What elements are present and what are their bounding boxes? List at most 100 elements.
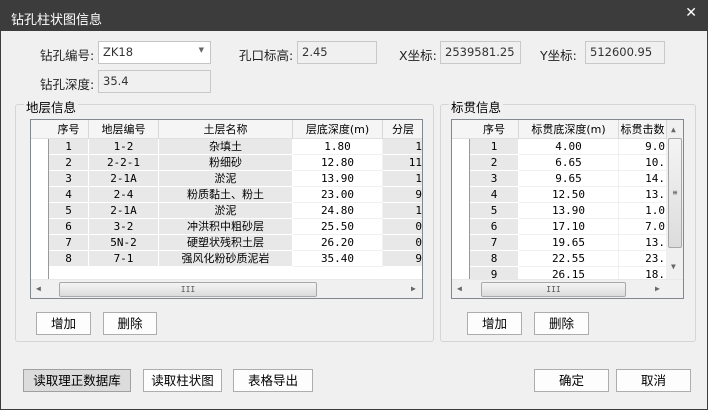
table-cell[interactable]: 3-2	[89, 219, 159, 235]
column-header[interactable]: 标贯底深度(m)	[519, 120, 619, 139]
table-cell[interactable]: 1	[49, 139, 89, 155]
table-cell[interactable]: 8	[470, 251, 519, 267]
scroll-left-icon[interactable]: ◀	[457, 284, 462, 293]
table-row[interactable]: 8 7-1 强风化粉砂质泥岩 35.40 9	[31, 251, 422, 267]
column-header[interactable]: 层底深度(m)	[293, 120, 383, 139]
table-cell[interactable]: 9.0	[619, 139, 667, 155]
table-row[interactable]: 4 2-4 粉质黏土、粉土 23.00 9	[31, 187, 422, 203]
read-database-button[interactable]: 读取理正数据库	[23, 369, 131, 392]
ok-button[interactable]: 确定	[534, 369, 609, 392]
elevation-field[interactable]: 2.45	[297, 41, 377, 64]
y-coord-field[interactable]: 512600.95	[585, 41, 665, 64]
table-cell[interactable]: 12.80	[293, 155, 383, 171]
scroll-up-icon[interactable]: ▲	[671, 125, 676, 134]
table-cell[interactable]: 4.00	[519, 139, 619, 155]
table-cell[interactable]: 8	[49, 251, 89, 267]
table-row[interactable]: 8 22.55 23.	[452, 251, 683, 267]
table-cell[interactable]: 1.80	[293, 139, 383, 155]
table-cell[interactable]: 5	[49, 203, 89, 219]
scroll-right-icon[interactable]: ▶	[655, 284, 660, 293]
table-cell[interactable]: 22.55	[519, 251, 619, 267]
table-cell[interactable]: 35.40	[293, 251, 383, 267]
horizontal-scrollbar[interactable]: ◀ III ▶	[452, 279, 683, 298]
table-cell[interactable]: 粉质黏土、粉土	[159, 187, 293, 203]
column-header[interactable]: 序号	[49, 120, 89, 139]
depth-field[interactable]: 35.4	[98, 70, 211, 93]
table-cell[interactable]: 2-1A	[89, 171, 159, 187]
table-cell[interactable]: 6.65	[519, 155, 619, 171]
table-cell[interactable]: 1	[383, 139, 422, 155]
strata-delete-button[interactable]: 删除	[103, 312, 157, 335]
table-cell[interactable]: 7	[49, 235, 89, 251]
scrollbar-thumb[interactable]: III	[481, 282, 626, 297]
table-cell[interactable]: 13.	[619, 235, 667, 251]
table-cell[interactable]: 10.	[619, 155, 667, 171]
table-cell[interactable]: 0	[383, 235, 422, 251]
spt-table[interactable]: 序号 标贯底深度(m) 标贯击数 ▲ ≡ ▼ 1 4.00 9.0 2 6.65 10. 3 9.…	[451, 119, 684, 299]
table-cell[interactable]: 3	[470, 171, 519, 187]
table-cell[interactable]: 12.50	[519, 187, 619, 203]
table-cell[interactable]: 2-2-1	[89, 155, 159, 171]
table-cell[interactable]: 13.90	[519, 203, 619, 219]
table-cell[interactable]: 9	[383, 187, 422, 203]
table-cell[interactable]: 2-4	[89, 187, 159, 203]
table-row[interactable]: 5 13.90 1.0	[452, 203, 683, 219]
table-cell[interactable]: 1	[383, 203, 422, 219]
table-cell[interactable]: 1	[470, 139, 519, 155]
table-cell[interactable]: 杂填土	[159, 139, 293, 155]
table-row[interactable]: 5 2-1A 淤泥 24.80 1	[31, 203, 422, 219]
table-cell[interactable]: 13.90	[293, 171, 383, 187]
table-row[interactable]: 1 4.00 9.0	[452, 139, 683, 155]
table-cell[interactable]: 冲洪积中粗砂层	[159, 219, 293, 235]
table-row[interactable]: 2 6.65 10.	[452, 155, 683, 171]
column-header[interactable]: 序号	[470, 120, 519, 139]
table-cell[interactable]: 24.80	[293, 203, 383, 219]
table-cell[interactable]: 19.65	[519, 235, 619, 251]
table-cell[interactable]: 粉细砂	[159, 155, 293, 171]
table-row[interactable]: 3 2-1A 淤泥 13.90 1	[31, 171, 422, 187]
table-cell[interactable]: 6	[49, 219, 89, 235]
table-cell[interactable]: 9.65	[519, 171, 619, 187]
table-row[interactable]: 6 3-2 冲洪积中粗砂层 25.50 0	[31, 219, 422, 235]
column-header[interactable]: 地层编号	[89, 120, 159, 139]
column-header[interactable]: 土层名称	[159, 120, 293, 139]
table-row[interactable]: 4 12.50 13.	[452, 187, 683, 203]
table-row[interactable]: 7 5N-2 硬塑状残积土层 26.20 0	[31, 235, 422, 251]
table-cell[interactable]: 淤泥	[159, 203, 293, 219]
table-row[interactable]: 7 19.65 13.	[452, 235, 683, 251]
export-table-button[interactable]: 表格导出	[233, 369, 313, 392]
scroll-left-icon[interactable]: ◀	[36, 284, 41, 293]
table-cell[interactable]: 26.20	[293, 235, 383, 251]
table-cell[interactable]: 9	[383, 251, 422, 267]
table-row[interactable]: 6 17.10 7.0	[452, 219, 683, 235]
spt-add-button[interactable]: 增加	[467, 312, 522, 335]
table-row[interactable]: 2 2-2-1 粉细砂 12.80 11	[31, 155, 422, 171]
table-cell[interactable]: 2	[470, 155, 519, 171]
strata-table[interactable]: 序号 地层编号 土层名称 层底深度(m) 分层 1 1-2 杂填土 1.80 1 2 2-2-1 粉细…	[30, 119, 423, 299]
close-icon[interactable]: ✕	[685, 5, 697, 21]
horizontal-scrollbar[interactable]: ◀ III ▶	[31, 279, 422, 298]
table-cell[interactable]: 23.00	[293, 187, 383, 203]
table-cell[interactable]: 1	[383, 171, 422, 187]
table-cell[interactable]: 5	[470, 203, 519, 219]
table-cell[interactable]: 1.0	[619, 203, 667, 219]
table-cell[interactable]: 7	[470, 235, 519, 251]
table-cell[interactable]: 17.10	[519, 219, 619, 235]
table-cell[interactable]: 11	[383, 155, 422, 171]
table-cell[interactable]: 强风化粉砂质泥岩	[159, 251, 293, 267]
table-cell[interactable]: 1-2	[89, 139, 159, 155]
hole-id-select[interactable]: ZK18 ▼	[98, 41, 211, 64]
x-coord-field[interactable]: 2539581.25	[440, 41, 521, 64]
scroll-right-icon[interactable]: ▶	[411, 284, 416, 293]
cancel-button[interactable]: 取消	[616, 369, 691, 392]
table-cell[interactable]: 0	[383, 219, 422, 235]
table-cell[interactable]: 14.	[619, 171, 667, 187]
table-cell[interactable]: 3	[49, 171, 89, 187]
table-cell[interactable]: 13.	[619, 187, 667, 203]
table-cell[interactable]: 4	[49, 187, 89, 203]
table-cell[interactable]: 25.50	[293, 219, 383, 235]
table-cell[interactable]: 7-1	[89, 251, 159, 267]
spt-delete-button[interactable]: 删除	[534, 312, 589, 335]
column-header[interactable]: 标贯击数	[619, 120, 667, 139]
table-row[interactable]: 3 9.65 14.	[452, 171, 683, 187]
